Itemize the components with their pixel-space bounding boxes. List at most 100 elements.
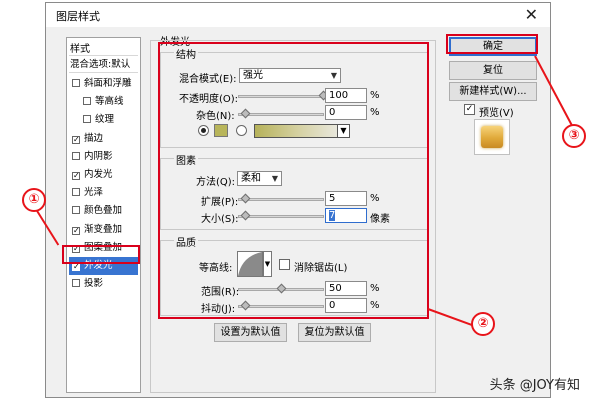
spread-slider[interactable] [238,198,324,201]
style-item-label: 描边 [84,132,104,144]
style-checkbox[interactable] [72,206,80,215]
style-checkbox[interactable] [72,188,80,197]
styles-list-panel: 样式 混合选项:默认 斜面和浮雕等高线纹理 ✓ 描边内阴影 ✓ 内发光光泽颜色叠加 ✓ 渐变… [66,37,141,393]
elements-title: 图素 [174,152,198,167]
reset-button[interactable]: 复位 [449,61,537,80]
style-checkbox[interactable]: ✓ [72,263,80,271]
solid-color-radio[interactable] [198,125,209,136]
range-label: 范围(R): [201,287,240,298]
size-input[interactable]: 7 [325,208,367,223]
annotation-marker-3: ③ [562,124,586,148]
style-item-label: 内发光 [84,169,113,180]
annotation-marker-1: ① [22,188,46,212]
preview-checkbox[interactable]: ✓ [464,104,475,115]
chevron-down-icon[interactable]: ▼ [337,125,349,137]
style-checkbox[interactable]: ✓ [72,135,80,144]
style-item[interactable]: ✓ 内发光 [69,166,138,184]
watermark: 头条 @JOY有知 [489,378,580,393]
styles-header: 样式 [70,44,90,55]
noise-slider[interactable] [238,113,324,116]
style-item-label: 图案叠加 [84,241,123,253]
size-slider[interactable] [238,215,324,218]
jitter-value: 0 [329,300,336,311]
blending-options-item[interactable]: 混合选项:默认 [69,55,138,73]
reset-default-button[interactable]: 复位为默认值 [298,323,371,342]
style-item[interactable]: ✓ 外发光 [69,257,138,275]
style-item[interactable]: 光泽 [69,184,138,202]
spread-unit: % [370,193,380,204]
style-checkbox[interactable] [72,151,80,160]
gradient-picker[interactable]: ▼ [254,124,350,138]
opacity-value: 100 [329,90,349,101]
jitter-unit: % [370,300,380,311]
noise-input[interactable]: 0 [325,105,367,120]
style-checkbox[interactable]: ✓ [72,226,80,235]
style-checkbox[interactable]: ✓ [72,244,80,253]
style-item[interactable]: ✓ 渐变叠加 [69,221,138,239]
style-item-label: 颜色叠加 [84,205,123,217]
size-value: 7 [329,210,336,221]
method-value: 柔和 [241,173,261,184]
opacity-input[interactable]: 100 [325,88,367,103]
blend-mode-select[interactable]: 强光 ▼ [239,68,341,83]
size-label: 大小(S): [201,214,239,225]
style-item-label: 内阴影 [84,150,113,162]
annotation-marker-2: ② [471,312,495,336]
range-value: 50 [329,283,342,294]
size-unit: 像素 [370,214,390,225]
opacity-unit: % [370,90,380,101]
quality-title: 品质 [174,234,198,249]
style-item[interactable]: 纹理 [69,111,138,129]
set-default-button[interactable]: 设置为默认值 [214,323,287,342]
opacity-label: 不透明度(O): [179,94,239,105]
noise-label: 杂色(N): [196,111,235,122]
antialias-checkbox[interactable] [279,259,290,270]
method-select[interactable]: 柔和 ▼ [237,171,282,186]
blend-mode-label: 混合模式(E): [179,74,237,85]
style-checkbox[interactable] [83,115,91,124]
preview-label: 预览(V) [479,108,514,119]
range-input[interactable]: 50 [325,281,367,296]
jitter-input[interactable]: 0 [325,298,367,313]
contour-curve-icon [238,252,262,276]
jitter-slider[interactable] [238,305,324,308]
chevron-down-icon: ▼ [330,71,337,80]
contour-preview[interactable] [237,251,263,277]
style-checkbox[interactable] [72,79,80,87]
style-item-label: 等高线 [95,96,124,108]
noise-unit: % [370,107,380,118]
style-item[interactable]: 颜色叠加 [69,202,138,220]
spread-label: 扩展(P): [201,197,239,208]
spread-input[interactable]: 5 [325,191,367,206]
style-checkbox[interactable] [72,279,80,288]
contour-dropdown[interactable]: ▼ [263,251,272,277]
opacity-slider[interactable] [238,95,324,98]
spread-value: 5 [329,193,336,204]
noise-value: 0 [329,107,336,118]
layer-style-dialog: 图层样式 ✕ 样式 混合选项:默认 斜面和浮雕等高线纹理 ✓ 描边内阴影 ✓ 内发光光泽… [45,2,551,398]
method-label: 方法(Q): [196,177,236,188]
gradient-radio[interactable] [236,125,247,136]
title-bar: 图层样式 ✕ [46,3,550,27]
style-checkbox[interactable] [83,97,91,106]
style-preview-thumbnail [474,119,510,155]
style-item-label: 外发光 [84,260,113,271]
ok-button[interactable]: 确定 [449,37,537,56]
style-checkbox[interactable]: ✓ [72,172,80,180]
range-unit: % [370,283,380,294]
style-item[interactable]: ✓ 图案叠加 [69,239,138,257]
style-item-label: 纹理 [95,114,115,126]
dialog-title: 图层样式 [56,10,100,23]
style-item[interactable]: 等高线 [69,93,138,111]
preview-swatch [481,126,503,148]
style-item[interactable]: ✓ 描边 [69,130,138,148]
jitter-label: 抖动(J): [201,304,236,315]
close-icon[interactable]: ✕ [525,5,538,24]
style-item-label: 光泽 [84,187,104,199]
style-item[interactable]: 内阴影 [69,148,138,166]
style-item[interactable]: 投影 [69,275,138,293]
new-style-button[interactable]: 新建样式(W)... [449,82,537,101]
style-item[interactable]: 斜面和浮雕 [69,75,138,93]
antialias-label: 消除锯齿(L) [294,263,348,274]
glow-color-swatch[interactable] [214,124,228,137]
